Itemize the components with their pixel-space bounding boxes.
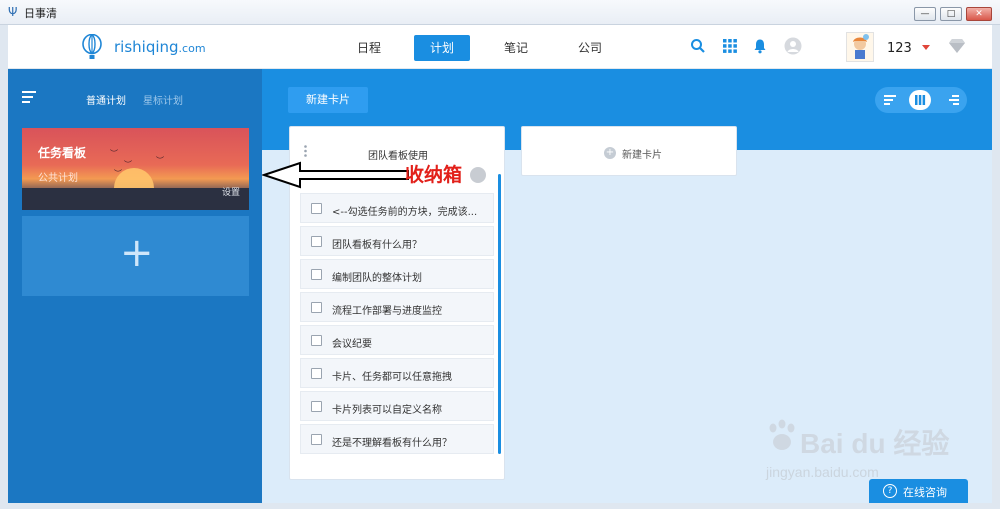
window-frame-left — [0, 25, 8, 509]
task-text: <--勾选任务前的方块，完成该... — [332, 207, 478, 218]
window-titlebar: Ψ 日事清 — □ ✕ — [0, 0, 1000, 25]
tab-company[interactable]: 公司 — [562, 35, 618, 61]
bird-icon: ︶ — [114, 169, 122, 178]
paw-logo-icon — [769, 419, 795, 450]
kanban-view-icon[interactable] — [909, 90, 931, 110]
task-item[interactable]: 会议纪要 — [300, 325, 494, 355]
diamond-vip-icon[interactable] — [948, 38, 966, 54]
apps-grid-icon[interactable] — [722, 38, 738, 54]
task-text: 卡片列表可以自定义名称 — [332, 405, 442, 416]
task-list: <--勾选任务前的方块，完成该... 团队看板有什么用？ 编制团队的整体计划 流… — [300, 193, 494, 471]
task-item[interactable]: 团队看板有什么用？ — [300, 226, 494, 256]
sunset-ground — [22, 188, 249, 210]
task-checkbox[interactable] — [311, 335, 322, 346]
watermark-url: jingyan.baidu.com — [766, 464, 879, 480]
bird-icon: ︶ — [124, 160, 132, 169]
task-checkbox[interactable] — [311, 269, 322, 280]
task-text: 会议纪要 — [332, 339, 372, 350]
task-checkbox[interactable] — [311, 434, 322, 445]
task-text: 编制团队的整体计划 — [332, 273, 422, 284]
maximize-button[interactable]: □ — [940, 7, 962, 21]
user-menu-caret-icon[interactable] — [922, 45, 930, 50]
task-checkbox[interactable] — [311, 401, 322, 412]
task-item[interactable]: 流程工作部署与进度监控 — [300, 292, 494, 322]
bird-icon: ︶ — [156, 156, 164, 165]
app-logo-icon: Ψ — [8, 5, 18, 19]
task-item[interactable]: 卡片列表可以自定义名称 — [300, 391, 494, 421]
column-scrollbar[interactable] — [498, 174, 501, 454]
avatar-image — [853, 34, 869, 59]
task-checkbox[interactable] — [311, 302, 322, 313]
add-plan-button[interactable]: + — [22, 216, 249, 296]
task-text: 团队看板有什么用？ — [332, 240, 422, 251]
task-item[interactable]: 编制团队的整体计划 — [300, 259, 494, 289]
online-help-button[interactable]: ? 在线咨询 — [869, 479, 968, 503]
gantt-view-icon[interactable] — [941, 90, 963, 110]
sidebar-menu-icon[interactable] — [22, 91, 36, 103]
avatar[interactable] — [846, 32, 874, 62]
task-text: 卡片、任务都可以任意拖拽 — [332, 372, 452, 383]
balloon-logo-icon — [82, 34, 102, 59]
add-circle-icon: + — [604, 147, 616, 159]
annotation-label: 收纳箱 — [405, 164, 463, 186]
window-title: 日事清 — [24, 7, 57, 20]
user-name[interactable]: 123 — [887, 41, 912, 56]
close-button[interactable]: ✕ — [966, 7, 992, 21]
help-icon: ? — [883, 484, 897, 498]
tab-schedule[interactable]: 日程 — [341, 35, 397, 61]
minimize-button[interactable]: — — [914, 7, 936, 21]
tab-notes[interactable]: 笔记 — [488, 35, 544, 61]
plan-card-settings-link[interactable]: 设置 — [222, 185, 240, 198]
task-checkbox[interactable] — [311, 236, 322, 247]
tab-starred-plans[interactable]: 星标计划 — [143, 92, 183, 107]
task-text: 流程工作部署与进度监控 — [332, 306, 442, 317]
search-icon[interactable] — [690, 38, 706, 54]
online-help-label: 在线咨询 — [903, 486, 947, 499]
bird-icon: ︶ — [110, 149, 118, 158]
logo-suffix: .com — [178, 42, 206, 55]
logo-text: rishiqing — [114, 38, 179, 56]
list-view-icon[interactable] — [879, 90, 901, 110]
plan-card-title: 任务看板 — [38, 146, 87, 160]
task-item[interactable]: 还是不理解看板有什么用？ — [300, 424, 494, 454]
task-checkbox[interactable] — [311, 368, 322, 379]
tab-plan[interactable]: 计划 — [414, 35, 470, 61]
view-mode-toggle — [875, 87, 967, 113]
add-column-label: 新建卡片 — [622, 150, 662, 161]
column-fold-icon[interactable] — [470, 167, 486, 183]
plan-sidebar: 普通计划 星标计划 ︶ ︶ ︶ ︶ 任务看板 公共计划 设置 + — [8, 69, 262, 503]
top-navigation: rishiqing.com 日程 计划 笔记 公司 123 — [8, 25, 992, 69]
annotation-arrow — [262, 161, 409, 189]
task-checkbox[interactable] — [311, 203, 322, 214]
plus-icon: + — [120, 230, 154, 276]
window-frame-right — [992, 25, 1000, 509]
task-item[interactable]: 卡片、任务都可以任意拖拽 — [300, 358, 494, 388]
user-circle-icon[interactable] — [784, 37, 802, 55]
logo-wordmark[interactable]: rishiqing.com — [114, 38, 206, 56]
task-text: 还是不理解看板有什么用？ — [332, 438, 452, 449]
task-item[interactable]: <--勾选任务前的方块，完成该... — [300, 193, 494, 223]
bell-icon[interactable] — [752, 38, 768, 54]
new-card-button[interactable]: 新建卡片 — [288, 87, 368, 113]
window-frame-bottom — [0, 503, 1000, 509]
watermark: Bai du 经验 jingyan.baidu.com — [760, 410, 980, 490]
watermark-main: Bai du 经验 — [800, 428, 950, 459]
add-column-button[interactable]: + 新建卡片 — [521, 126, 737, 176]
tab-normal-plans[interactable]: 普通计划 — [86, 92, 126, 107]
plan-card-subtitle: 公共计划 — [38, 173, 78, 184]
plan-card-task-board[interactable]: ︶ ︶ ︶ ︶ 任务看板 公共计划 设置 — [22, 128, 249, 210]
